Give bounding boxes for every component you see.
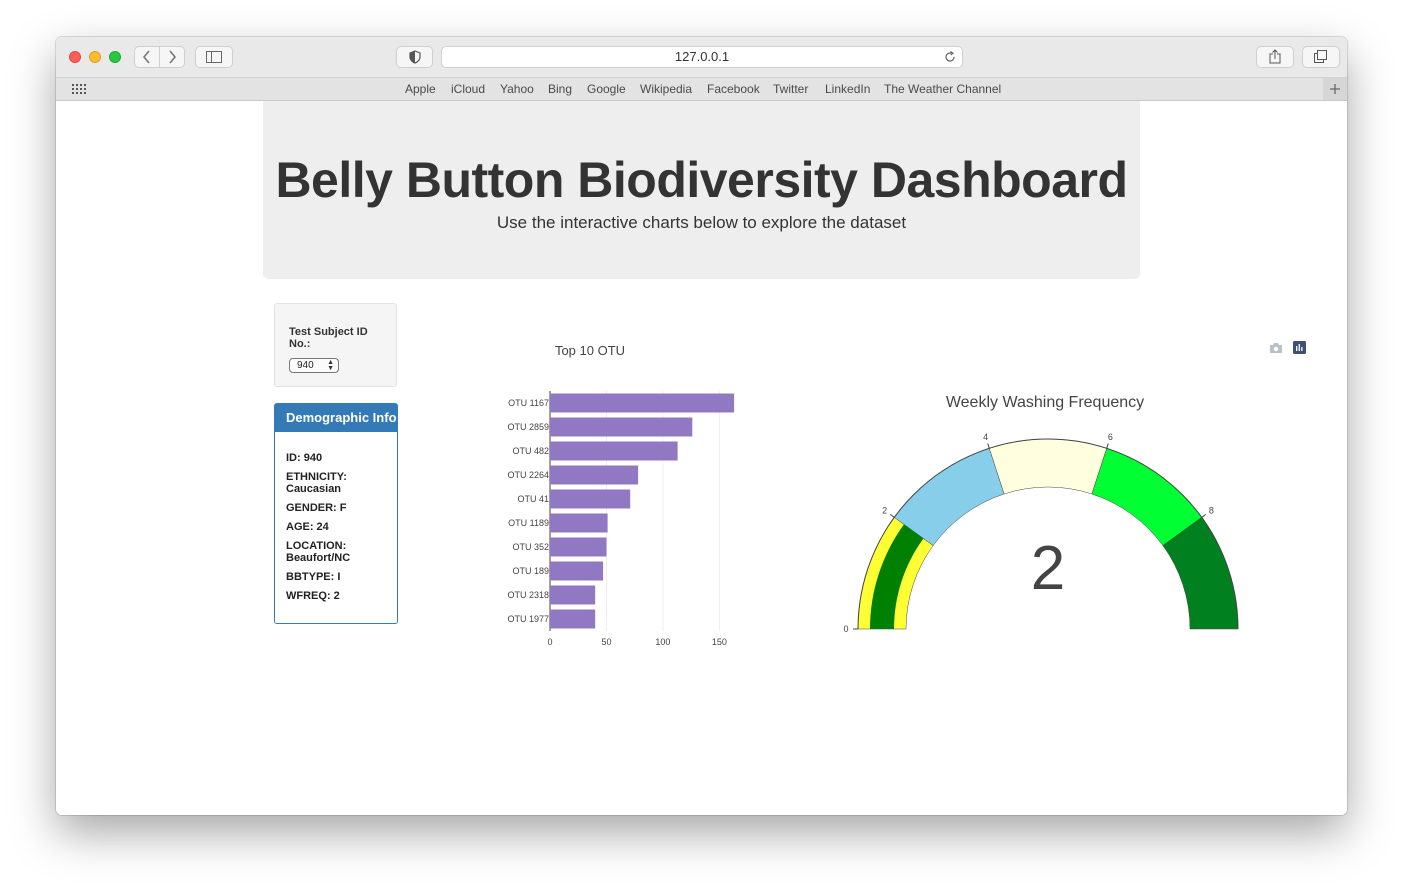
bar-otu-2264[interactable]: [550, 465, 639, 485]
bar-otu-482[interactable]: [550, 441, 678, 461]
demographic-panel-heading: Demographic Info: [275, 404, 397, 432]
bar-otu-1977[interactable]: [550, 609, 596, 629]
bookmark-facebook[interactable]: Facebook: [707, 82, 760, 96]
gauge-step-4-6: [988, 438, 1108, 495]
bar-y-tick-label: OTU 2264: [507, 470, 549, 480]
bar-y-tick-label: OTU 41: [517, 494, 549, 504]
bookmark-wikipedia[interactable]: Wikipedia: [640, 82, 692, 96]
demo-id: ID: 940: [286, 452, 323, 464]
tabs-icon: [1314, 50, 1327, 63]
page-title: Belly Button Biodiversity Dashboard: [275, 152, 1128, 208]
favorites-bar: Apple iCloud Yahoo Bing Google Wikipedia…: [56, 78, 1347, 101]
subject-selector-well: Test Subject ID No.: 940 ▲ ▼: [274, 303, 397, 387]
chevron-left-icon: [142, 50, 150, 64]
demo-ethnicity: ETHNICITY: Caucasian: [286, 471, 347, 495]
gauge-tick-label: 8: [1209, 505, 1214, 515]
address-bar[interactable]: 127.0.0.1: [441, 46, 963, 68]
sidebar-icon: [206, 51, 222, 63]
bar-y-tick-label: OTU 2318: [507, 590, 549, 600]
bookmark-linkedin[interactable]: LinkedIn: [825, 82, 870, 96]
subject-id-select[interactable]: 940 ▲ ▼: [289, 358, 339, 373]
bar-x-tick-label: 0: [547, 637, 552, 647]
bookmark-google[interactable]: Google: [587, 82, 626, 96]
gauge-tick-label: 0: [843, 624, 848, 634]
demographic-info-body: ID: 940 ETHNICITY: Caucasian GENDER: F A…: [286, 452, 391, 609]
bar-chart-title: Top 10 OTU: [555, 343, 625, 358]
grid-icon[interactable]: [72, 84, 86, 94]
bar-y-tick-label: OTU 1167: [508, 398, 549, 408]
page-subtitle: Use the interactive charts below to expl…: [496, 213, 907, 232]
gauge-tick: [987, 443, 990, 449]
demo-wfreq: WFREQ: 2: [286, 590, 340, 602]
page-content: Belly Button Biodiversity Dashboard Use …: [56, 101, 1347, 815]
bar-x-tick-label: 50: [601, 637, 611, 647]
washing-frequency-gauge[interactable]: Weekly Washing Frequency 0 2 4 6 8 2: [836, 386, 1266, 646]
sidebar-toggle-button[interactable]: [195, 46, 233, 68]
browser-toolbar: 127.0.0.1: [56, 37, 1347, 78]
bar-otu-352[interactable]: [550, 537, 607, 557]
bookmark-twitter[interactable]: Twitter: [773, 82, 808, 96]
camera-icon[interactable]: [1269, 342, 1283, 354]
bookmark-weather-channel[interactable]: The Weather Channel: [884, 82, 1001, 96]
header-jumbotron: Belly Button Biodiversity Dashboard Use …: [263, 101, 1140, 279]
tab-overview-button[interactable]: [1302, 46, 1340, 68]
forward-button[interactable]: [159, 46, 185, 68]
bar-y-tick-label: OTU 2859: [507, 422, 549, 432]
bar-y-tick-label: OTU 482: [512, 446, 549, 456]
bar-otu-189[interactable]: [550, 561, 604, 581]
chevron-right-icon: [169, 50, 177, 64]
gauge-tick: [1201, 513, 1207, 518]
gauge-value: 2: [1031, 534, 1065, 603]
demo-age: AGE: 24: [286, 521, 329, 533]
bar-otu-2318[interactable]: [550, 585, 596, 605]
gauge-tick: [889, 513, 895, 518]
bar-x-tick-label: 100: [655, 637, 670, 647]
bar-y-tick-label: OTU 189: [512, 566, 549, 576]
select-arrows-icon: ▲ ▼: [327, 359, 334, 372]
privacy-report-button[interactable]: [396, 46, 433, 68]
bar-otu-2859[interactable]: [550, 417, 693, 437]
share-button[interactable]: [1256, 46, 1294, 68]
bar-x-tick-label: 150: [712, 637, 727, 647]
minimize-window-button[interactable]: [89, 51, 101, 63]
demo-bbtype: BBTYPE: I: [286, 571, 341, 583]
bar-y-tick-label: OTU 352: [512, 542, 549, 552]
reload-icon[interactable]: [944, 51, 956, 63]
bar-otu-1167[interactable]: [550, 393, 735, 413]
bookmark-apple[interactable]: Apple: [405, 82, 436, 96]
plotly-logo-icon[interactable]: [1293, 341, 1306, 354]
top-otu-bar-chart[interactable]: Top 10 OTU OTU 1167 OTU 2859 OTU 482 OTU 22…: [426, 316, 735, 661]
gauge-tick: [1106, 443, 1109, 449]
bar-otu-41[interactable]: [550, 489, 631, 509]
url-text: 127.0.0.1: [674, 49, 730, 64]
share-icon: [1269, 49, 1281, 64]
gauge-tick-label: 2: [882, 505, 887, 515]
subject-id-value: 940: [297, 360, 314, 371]
subject-selector-label: Test Subject ID No.:: [289, 326, 368, 350]
gauge-tick-label: 4: [983, 432, 988, 442]
close-window-button[interactable]: [69, 51, 81, 63]
demographic-panel: Demographic Info ID: 940 ETHNICITY: Cauc…: [274, 403, 398, 624]
gauge-tick-label: 6: [1108, 432, 1113, 442]
bar-y-tick-label: OTU 1977: [507, 614, 549, 624]
shield-icon: [408, 50, 421, 64]
back-button[interactable]: [134, 46, 160, 68]
bookmark-yahoo[interactable]: Yahoo: [500, 82, 534, 96]
bookmark-bing[interactable]: Bing: [548, 82, 572, 96]
bookmark-icloud[interactable]: iCloud: [451, 82, 485, 96]
zoom-window-button[interactable]: [109, 51, 121, 63]
demo-gender: GENDER: F: [286, 502, 347, 514]
gauge-title: Weekly Washing Frequency: [946, 394, 1144, 411]
bar-otu-1189[interactable]: [550, 513, 608, 533]
demo-location: LOCATION: Beaufort/NC: [286, 540, 351, 564]
browser-window: 127.0.0.1 Apple iCloud Yahoo Bing Google…: [56, 37, 1347, 815]
new-tab-icon[interactable]: [1323, 78, 1347, 100]
bar-y-tick-label: OTU 1189: [508, 518, 549, 528]
